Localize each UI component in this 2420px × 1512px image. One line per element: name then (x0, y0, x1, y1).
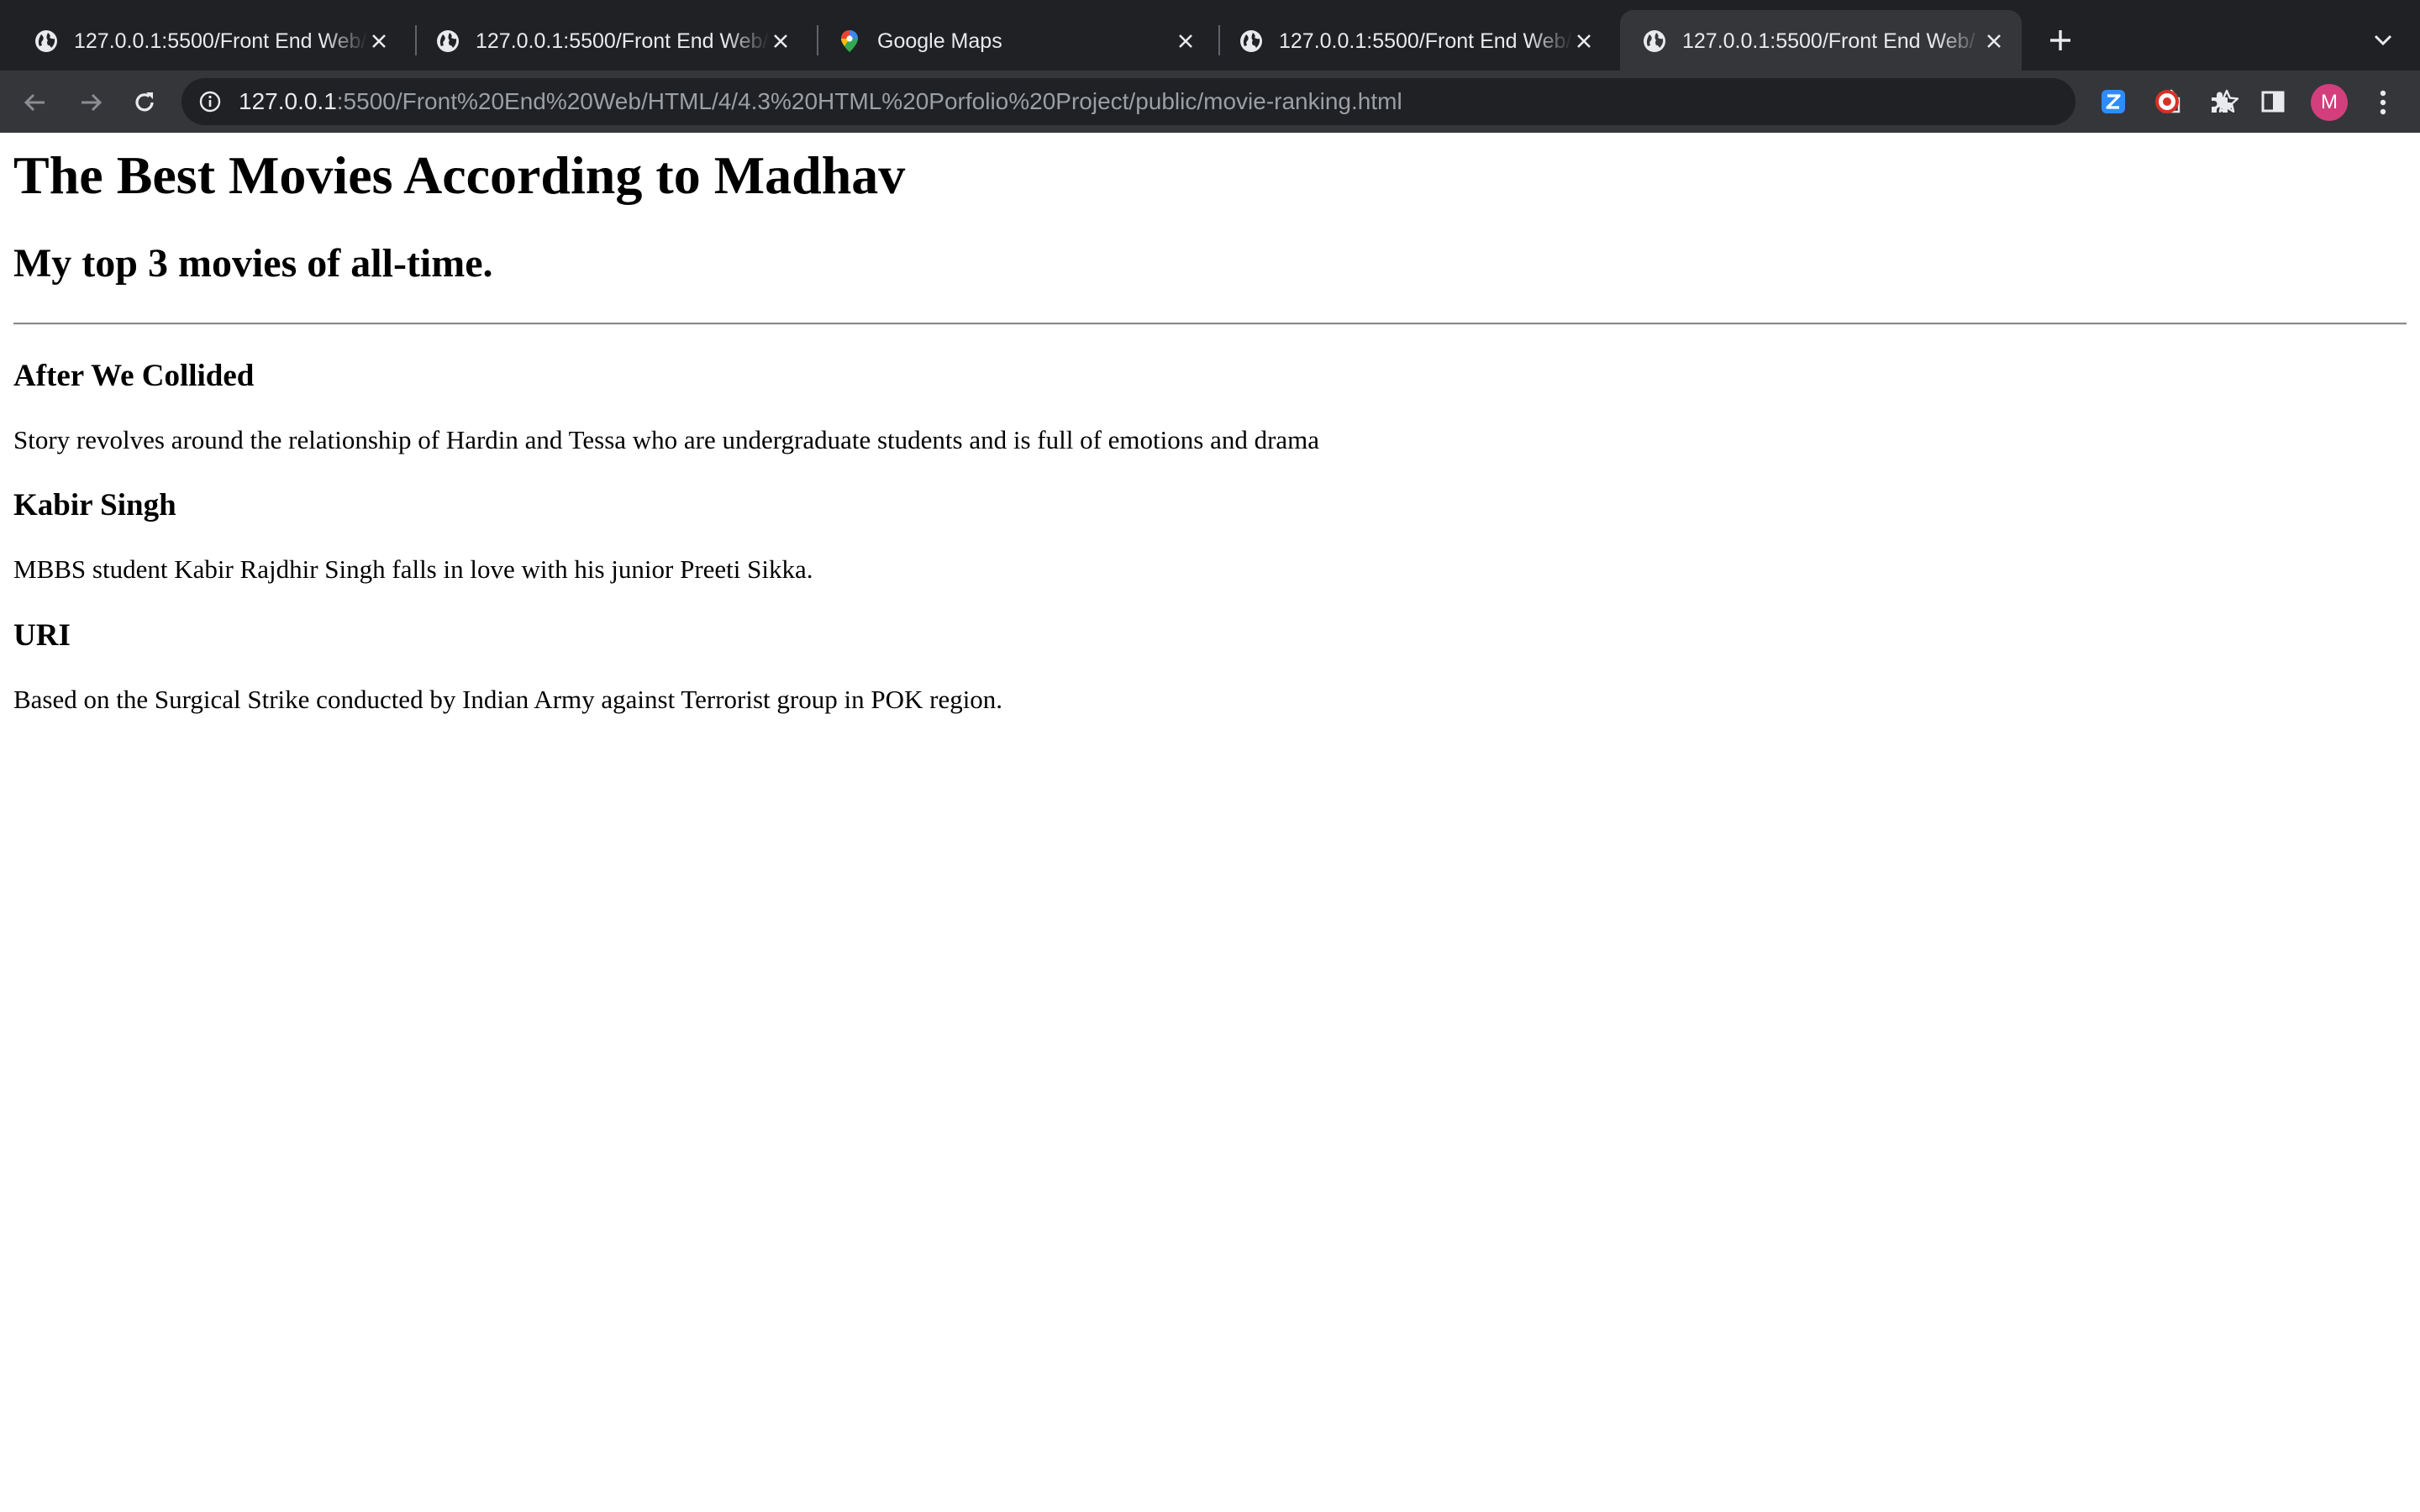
puzzle-icon[interactable] (2205, 86, 2237, 118)
plus-icon (2050, 30, 2070, 50)
tab-title: 127.0.0.1:5500/Front End Web/ (74, 29, 367, 53)
url-path: :5500/Front%20End%20Web/HTML/4/4.3%20HTM… (336, 88, 1402, 114)
page-title: The Best Movies According to Madhav (13, 145, 906, 205)
arrow-right-icon (82, 93, 103, 112)
movie-description: MBBS student Kabir Rajdhir Singh falls i… (13, 554, 813, 584)
side-panel-icon[interactable] (2257, 86, 2289, 118)
browser-tab[interactable]: 127.0.0.1:5500/Front End Web/ (12, 10, 407, 71)
info-icon[interactable] (197, 88, 224, 115)
tab-title: 127.0.0.1:5500/Front End Web/ (476, 29, 769, 53)
avatar[interactable]: M (2311, 84, 2348, 121)
tab-search-button[interactable] (2368, 25, 2398, 55)
browser-toolbar: 127.0.0.1:5500/Front%20End%20Web/HTML/4/… (0, 71, 2420, 203)
globe-icon (34, 29, 59, 54)
close-icon[interactable] (768, 29, 793, 54)
back-button[interactable] (18, 86, 52, 119)
browser-tab[interactable]: 127.0.0.1:5500/Front End Web/ (1217, 10, 1612, 71)
page-content: The Best Movies According to Madhav My t… (0, 133, 2420, 1512)
new-tab-button[interactable] (2044, 24, 2077, 57)
browser-tab-active[interactable]: 127.0.0.1:5500/Front End Web/ (1620, 10, 2022, 71)
tab-title: Google Maps (877, 29, 1002, 53)
close-icon[interactable] (1981, 29, 2007, 54)
page-subtitle: My top 3 movies of all-time. (13, 241, 493, 286)
movie-title: URI (13, 618, 71, 653)
close-icon[interactable] (1173, 29, 1198, 54)
url-host: 127.0.0.1 (239, 88, 337, 114)
globe-icon (1642, 29, 1667, 54)
more-vert-icon (2380, 90, 2386, 115)
forward-button[interactable] (74, 86, 108, 119)
movie-description: Story revolves around the relationship o… (13, 425, 1320, 454)
arrow-left-icon (24, 93, 45, 112)
browser-tab-google-maps[interactable]: Google Maps (815, 10, 1213, 71)
close-icon[interactable] (1571, 29, 1597, 54)
menu-button[interactable] (2366, 86, 2400, 119)
browser-tab[interactable]: 127.0.0.1:5500/Front End Web/ (413, 10, 808, 71)
record-extension-icon[interactable] (2151, 86, 2183, 118)
tab-title: 127.0.0.1:5500/Front End Web/ (1682, 29, 1975, 53)
url-text[interactable]: 127.0.0.1:5500/Front%20End%20Web/HTML/4/… (239, 88, 1402, 115)
globe-icon (1239, 29, 1264, 54)
globe-icon (435, 29, 460, 54)
chevron-down-icon (2374, 34, 2392, 46)
horizontal-rule (13, 323, 2407, 325)
address-bar[interactable]: 127.0.0.1:5500/Front%20End%20Web/HTML/4/… (182, 78, 2239, 125)
tab-strip: 127.0.0.1:5500/Front End Web/ 127.0.0.1:… (0, 0, 2420, 71)
zoom-extension-icon[interactable] (2097, 86, 2129, 118)
movie-title: After We Collided (13, 359, 255, 393)
google-maps-icon (837, 29, 862, 54)
movie-description: Based on the Surgical Strike conducted b… (13, 685, 1003, 714)
reload-button[interactable] (128, 86, 161, 119)
close-icon[interactable] (366, 29, 392, 54)
reload-icon (135, 92, 154, 112)
tab-title: 127.0.0.1:5500/Front End Web/ (1279, 29, 1572, 53)
movie-title: Kabir Singh (13, 488, 176, 522)
